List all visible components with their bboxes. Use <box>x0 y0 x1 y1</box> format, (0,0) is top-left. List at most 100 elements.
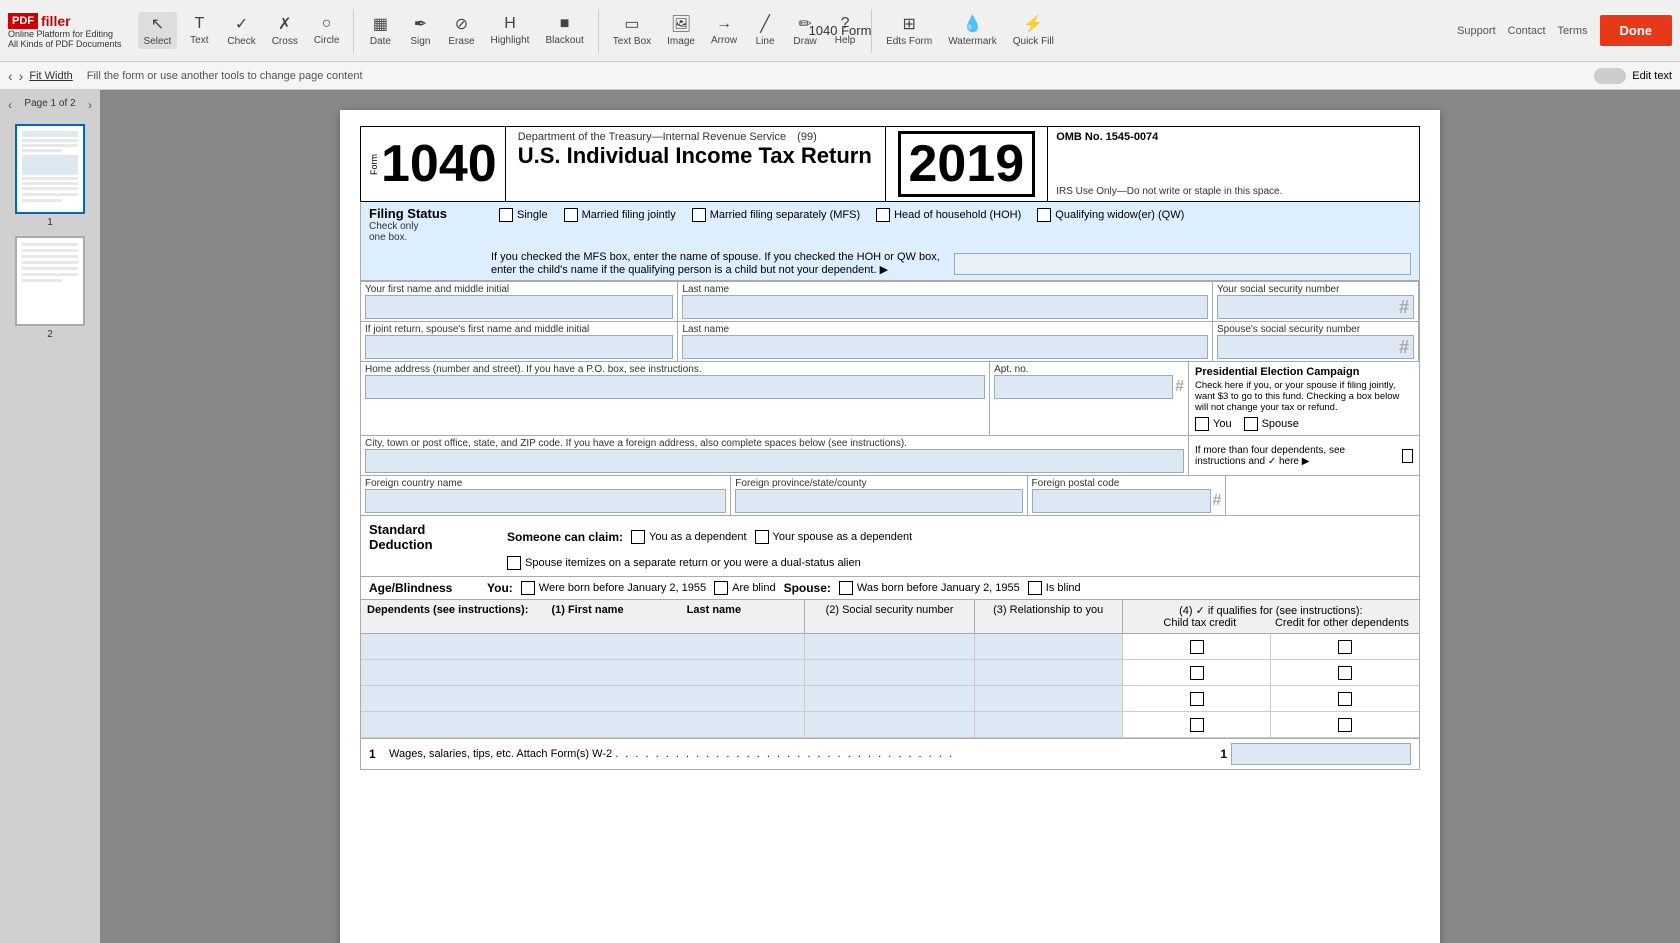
dep-row2-ssn[interactable] <box>805 660 974 685</box>
pec-spouse-checkbox[interactable] <box>1244 417 1258 431</box>
city-input[interactable] <box>365 449 1184 473</box>
dep-row3-rel[interactable] <box>975 686 1123 711</box>
check-icon: ✓ <box>235 14 248 34</box>
dep-row4-name[interactable] <box>361 712 805 737</box>
dep-row3-name[interactable] <box>361 686 805 711</box>
page-thumb-1[interactable]: 1 <box>15 124 85 228</box>
dep-row1-ssn[interactable] <box>805 634 974 659</box>
dependents-header: Dependents (see instructions): (1) First… <box>361 600 1419 634</box>
head-household-checkbox[interactable] <box>876 208 890 222</box>
dep-row1-name[interactable] <box>361 634 805 659</box>
dep-row4-ssn[interactable] <box>805 712 974 737</box>
spouse-born-checkbox[interactable] <box>839 581 853 595</box>
are-blind-checkbox[interactable] <box>714 581 728 595</box>
circle-tool[interactable]: ○ Circle <box>308 13 346 48</box>
married-separate-option[interactable]: Married filing separately (MFS) <box>692 208 860 222</box>
check-tool[interactable]: ✓ Check <box>221 12 261 49</box>
dep-row2-other-credit[interactable] <box>1271 660 1419 685</box>
watermark-tool[interactable]: 💧 Watermark <box>942 12 1003 49</box>
dep-row4-other-credit[interactable] <box>1271 712 1419 737</box>
dep-row1-rel[interactable] <box>975 634 1123 659</box>
line-tool[interactable]: ╱ Line <box>747 12 783 49</box>
nav-right-button[interactable]: › <box>19 68 24 84</box>
sign-tool[interactable]: ✒ Sign <box>402 12 438 49</box>
dep-row3-ssn[interactable] <box>805 686 974 711</box>
cross-tool[interactable]: ✗ Cross <box>266 12 304 49</box>
image-tool[interactable]: 🖼 Image <box>661 12 701 49</box>
you-dependent-option[interactable]: You as a dependent <box>631 530 746 544</box>
dep-row2-child-credit[interactable] <box>1123 660 1272 685</box>
page-thumb-2[interactable]: 2 <box>15 236 85 340</box>
pec-you-option[interactable]: You <box>1195 417 1232 431</box>
foreign-postal-input[interactable] <box>1032 489 1211 513</box>
highlight-tool[interactable]: H Highlight <box>485 13 536 48</box>
first-name-input[interactable] <box>365 295 673 319</box>
wages-amount-input[interactable] <box>1231 743 1411 765</box>
form-number: 1040 <box>381 138 497 190</box>
thumb-nav-right[interactable]: › <box>88 98 92 112</box>
spouse-dependent-option[interactable]: Your spouse as a dependent <box>755 530 913 544</box>
dep-row3-child-credit[interactable] <box>1123 686 1272 711</box>
born-before-checkbox[interactable] <box>521 581 535 595</box>
standard-deduction-section: Standard Deduction Someone can claim: Yo… <box>360 516 1420 577</box>
fit-width-button[interactable]: Fit Width <box>29 70 72 82</box>
dep-row4-child-credit[interactable] <box>1123 712 1272 737</box>
you-dependent-checkbox[interactable] <box>631 530 645 544</box>
dep-row-3 <box>361 686 1419 712</box>
text-tool[interactable]: T Text <box>181 13 217 48</box>
spouse-dependent-checkbox[interactable] <box>755 530 769 544</box>
blackout-tool[interactable]: ■ Blackout <box>539 13 589 48</box>
spouse-itemizes-checkbox[interactable] <box>507 556 521 570</box>
is-blind-checkbox[interactable] <box>1028 581 1042 595</box>
toggle-switch[interactable] <box>1594 68 1626 84</box>
terms-link[interactable]: Terms <box>1558 25 1588 37</box>
married-joint-option[interactable]: Married filing jointly <box>564 208 676 222</box>
apt-input[interactable] <box>994 375 1173 399</box>
last-name-input[interactable] <box>682 295 1208 319</box>
spouse-first-name-input[interactable] <box>365 335 673 359</box>
erase-tool[interactable]: ⊘ Erase <box>442 12 480 49</box>
city-cell: City, town or post office, state, and ZI… <box>361 436 1189 475</box>
dep-row3-other-credit[interactable] <box>1271 686 1419 711</box>
pec-you-checkbox[interactable] <box>1195 417 1209 431</box>
ssn-input[interactable] <box>1222 297 1399 317</box>
contact-link[interactable]: Contact <box>1508 25 1546 37</box>
dep-row2-name[interactable] <box>361 660 805 685</box>
dep-row1-child-credit[interactable] <box>1123 634 1272 659</box>
head-household-option[interactable]: Head of household (HOH) <box>876 208 1021 222</box>
more-dependents-checkbox[interactable] <box>1402 449 1413 463</box>
support-link[interactable]: Support <box>1457 25 1496 37</box>
editform-tool[interactable]: ⊞ Edts Form <box>880 12 938 49</box>
mfs-name-input[interactable] <box>954 253 1411 275</box>
single-option[interactable]: Single <box>499 208 548 222</box>
foreign-province-input[interactable] <box>735 489 1022 513</box>
thumb-nav-left[interactable]: ‹ <box>8 98 12 112</box>
married-separate-checkbox[interactable] <box>692 208 706 222</box>
married-joint-checkbox[interactable] <box>564 208 578 222</box>
is-blind-option[interactable]: Is blind <box>1028 581 1081 595</box>
dep-row4-rel[interactable] <box>975 712 1123 737</box>
quickfill-tool[interactable]: ⚡ Quick Fill <box>1007 12 1060 49</box>
textbox-tool[interactable]: ▭ Text Box <box>607 12 657 49</box>
spouse-itemizes-option[interactable]: Spouse itemizes on a separate return or … <box>507 556 861 570</box>
arrow-tool[interactable]: → Arrow <box>705 13 743 48</box>
home-address-input[interactable] <box>365 375 985 399</box>
select-tool[interactable]: ↖ Select <box>138 12 178 49</box>
textbox-icon: ▭ <box>624 14 639 34</box>
pec-spouse-option[interactable]: Spouse <box>1244 417 1299 431</box>
nav-left-button[interactable]: ‹ <box>8 68 13 84</box>
born-before-option[interactable]: Were born before January 2, 1955 <box>521 581 706 595</box>
dep-row1-other-credit[interactable] <box>1271 634 1419 659</box>
dep-row2-rel[interactable] <box>975 660 1123 685</box>
spouse-ssn-input[interactable] <box>1222 337 1399 357</box>
spouse-born-option[interactable]: Was born before January 2, 1955 <box>839 581 1020 595</box>
qualifying-widow-checkbox[interactable] <box>1037 208 1051 222</box>
qualifying-widow-option[interactable]: Qualifying widow(er) (QW) <box>1037 208 1184 222</box>
filing-status-section: Filing Status Check only one box. Single <box>360 202 1420 282</box>
done-button[interactable]: Done <box>1600 15 1673 46</box>
are-blind-option[interactable]: Are blind <box>714 581 775 595</box>
single-checkbox[interactable] <box>499 208 513 222</box>
spouse-last-name-input[interactable] <box>682 335 1208 359</box>
foreign-country-input[interactable] <box>365 489 726 513</box>
date-tool[interactable]: ▦ Date <box>362 12 398 49</box>
